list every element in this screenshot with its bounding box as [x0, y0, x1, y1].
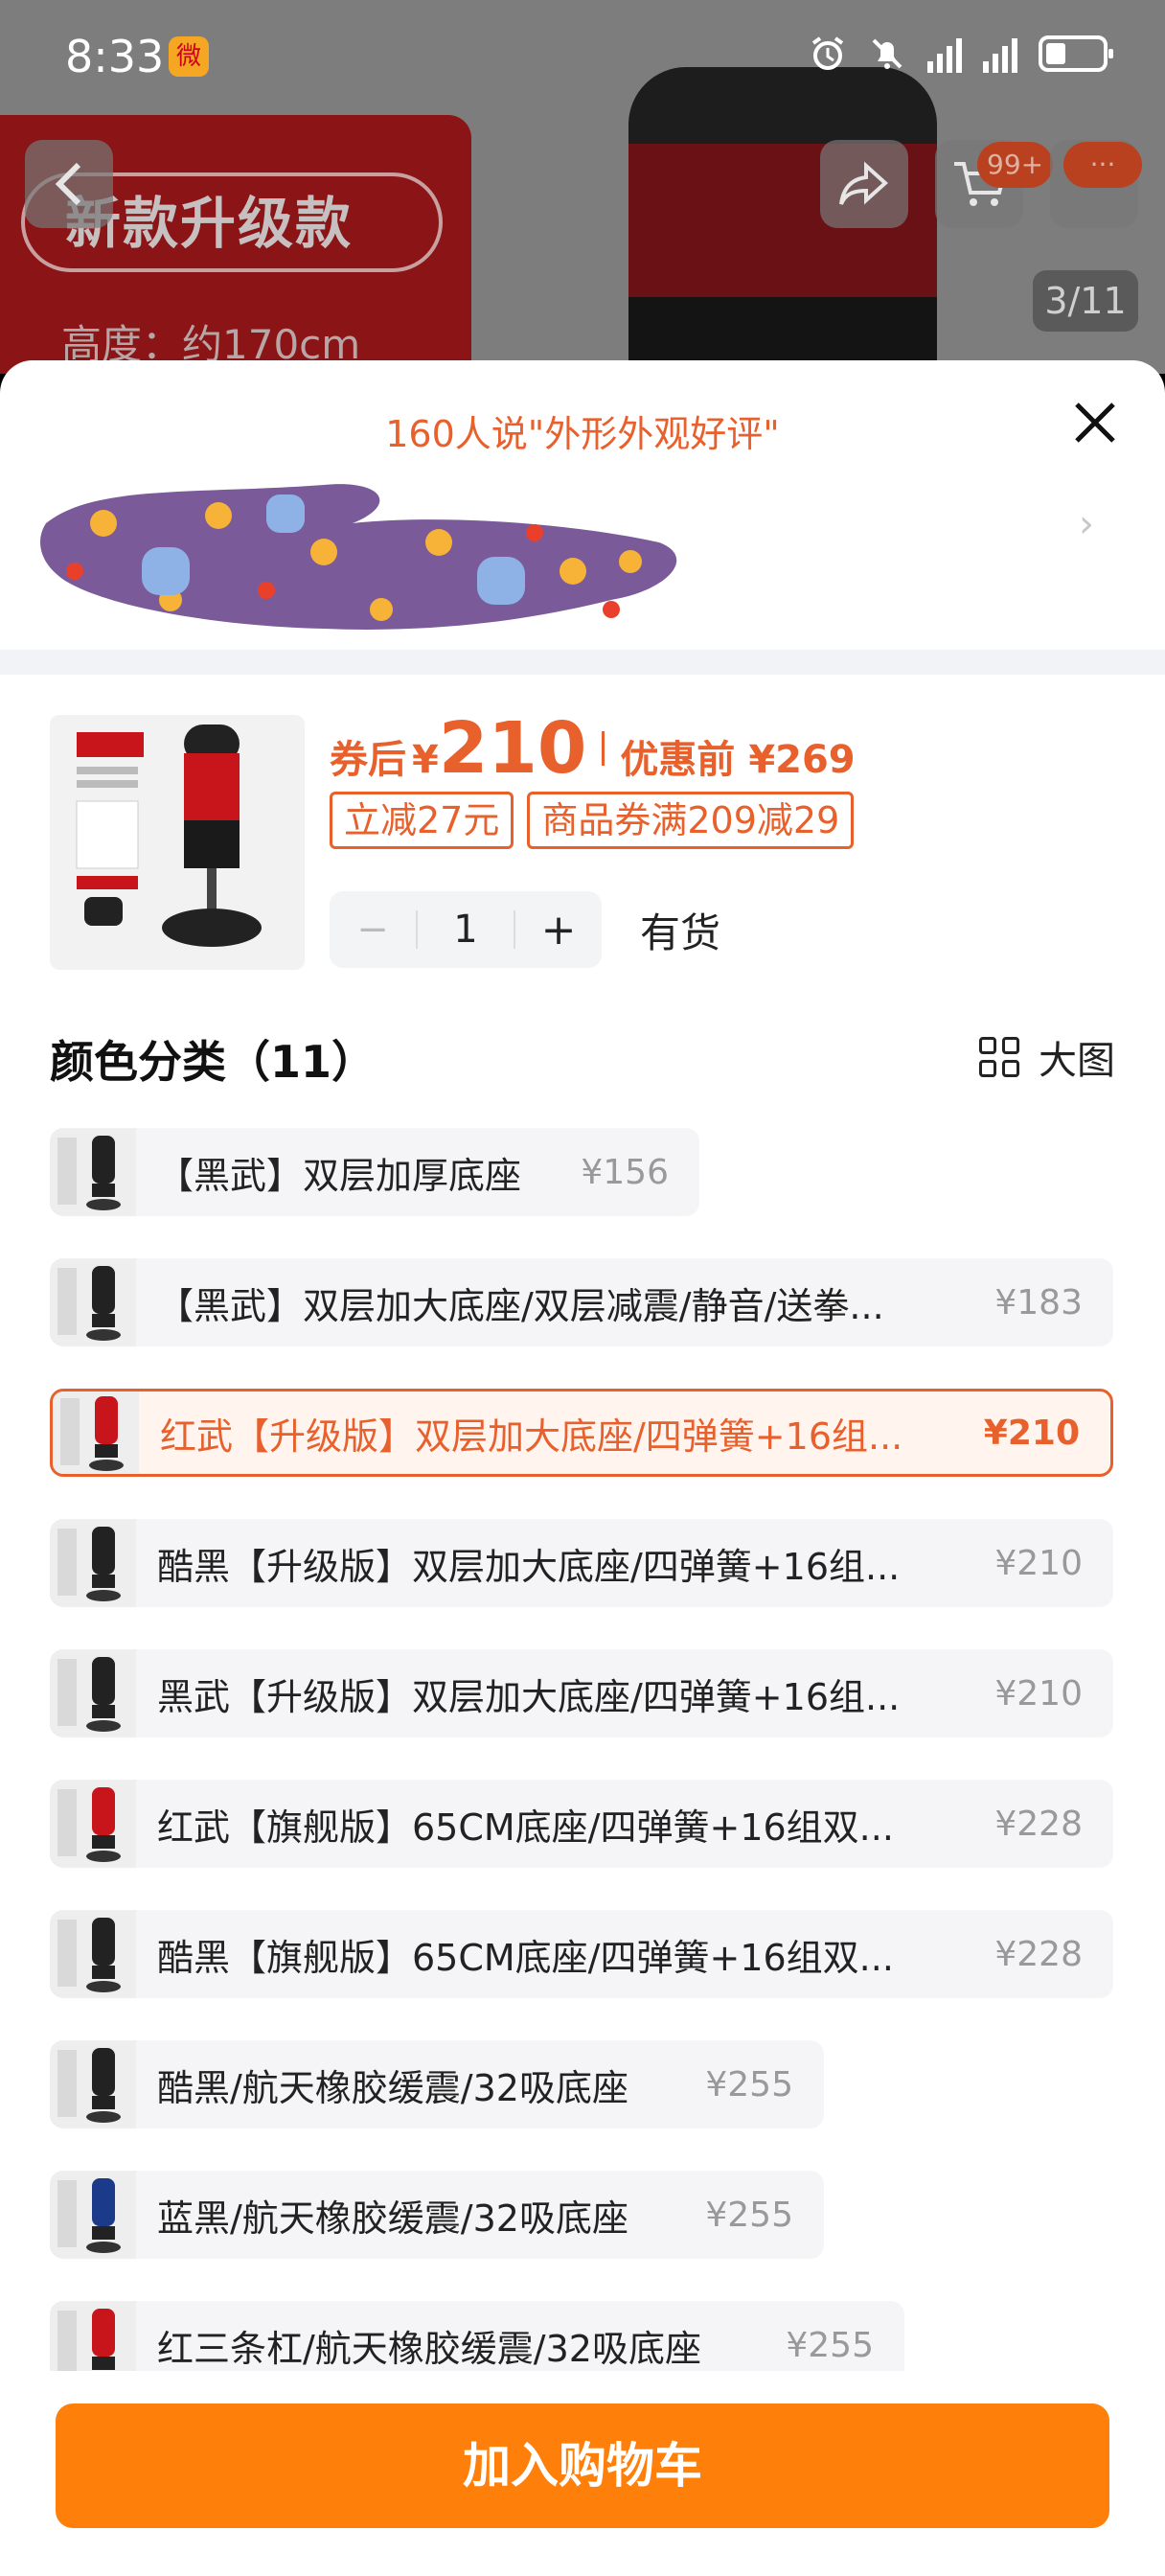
more-badge-dots-icon: ··· — [1089, 149, 1116, 180]
after-coupon-label: 券后 — [330, 738, 406, 782]
close-icon[interactable] — [1069, 397, 1121, 448]
share-button[interactable] — [820, 140, 908, 228]
sku-option-label: 【黑武】双层加厚底座 — [157, 1154, 522, 1197]
sku-option-image — [50, 2040, 136, 2128]
big-image-toggle[interactable]: 大图 — [979, 1029, 1115, 1085]
sku-option-price: ¥210 — [983, 1413, 1080, 1453]
chevron-left-icon — [55, 162, 81, 206]
sku-option[interactable]: 蓝黑/航天橡胶缓震/32吸底座 ¥255 — [50, 2171, 824, 2259]
redacted-review-avatars — [40, 484, 677, 630]
sku-option-image — [50, 1128, 136, 1216]
share-icon — [839, 161, 888, 205]
sku-option-label: 红武【旗舰版】65CM底座/四弹簧+16组双... — [157, 1806, 894, 1849]
sku-option-label: 黑武【升级版】双层加大底座/四弹簧+16组... — [157, 1675, 901, 1718]
sku-option-image — [50, 1649, 136, 1737]
promo-tag: 商品券满209减29 — [527, 792, 855, 849]
grid-icon — [979, 1037, 1019, 1077]
increase-quantity-button[interactable]: + — [515, 906, 602, 954]
currency-symbol: ¥ — [412, 738, 439, 782]
color-category-title: 颜色分类（11） — [50, 1036, 377, 1088]
sku-option[interactable]: 酷黑【旗舰版】65CM底座/四弹簧+16组双... ¥228 — [50, 1910, 1113, 1998]
bottom-action-bar: 加入购物车 — [0, 2371, 1165, 2576]
sku-option[interactable]: 红武【升级版】双层加大底座/四弹簧+16组... ¥210 — [50, 1389, 1113, 1477]
coupon-price: 210 — [438, 707, 587, 790]
promo-tags: 立减27元 商品券满209减29 — [330, 792, 855, 849]
review-chevron-right-icon[interactable]: › — [1079, 502, 1094, 546]
sku-option-price: ¥255 — [786, 2325, 874, 2365]
sku-option[interactable]: 黑武【升级版】双层加大底座/四弹簧+16组... ¥210 — [50, 1649, 1113, 1737]
battery-icon — [1039, 35, 1113, 72]
original-price: ¥269 — [748, 738, 856, 782]
promo-tag: 立减27元 — [330, 792, 514, 849]
before-discount-label: 优惠前 — [620, 738, 736, 782]
more-badge: ··· — [1063, 142, 1142, 188]
status-time: 8:33 — [65, 31, 165, 82]
decrease-quantity-button[interactable]: − — [330, 908, 416, 952]
sku-selector-sheet: 160人说"外形外观好评" › 券后 ¥ 210 优惠前 ¥269 立减27元 … — [0, 360, 1165, 2576]
sku-option-image — [50, 1258, 136, 1346]
weibo-app-icon: 微 — [169, 36, 209, 77]
image-pager: 3/11 — [1033, 270, 1138, 332]
sku-option-price: ¥228 — [994, 1804, 1083, 1844]
sku-option[interactable]: 【黑武】双层加大底座/双层减震/静音/送拳... ¥183 — [50, 1258, 1113, 1346]
sku-option-price: ¥156 — [581, 1152, 669, 1192]
quantity-stepper: − 1 + — [330, 891, 602, 968]
sku-option-label: 红三条杠/航天橡胶缓震/32吸底座 — [157, 2327, 701, 2370]
sku-option-price: ¥183 — [994, 1282, 1083, 1322]
sku-option[interactable]: 酷黑【升级版】双层加大底座/四弹簧+16组... ¥210 — [50, 1519, 1113, 1607]
sku-option[interactable]: 【黑武】双层加厚底座 ¥156 — [50, 1128, 699, 1216]
alarm-icon — [811, 36, 844, 70]
big-image-label: 大图 — [1039, 1039, 1115, 1083]
sku-option-label: 酷黑/航天橡胶缓震/32吸底座 — [157, 2066, 628, 2109]
quantity-value[interactable]: 1 — [416, 910, 515, 949]
review-summary-title: 160人说"外形外观好评" — [385, 413, 780, 455]
sku-option-label: 酷黑【旗舰版】65CM底座/四弹簧+16组双... — [157, 1936, 894, 1979]
sku-option-label: 红武【升级版】双层加大底座/四弹簧+16组... — [160, 1414, 903, 1458]
stock-status: 有货 — [640, 909, 721, 956]
sku-option-image — [50, 1910, 136, 1998]
punching-bag-thumbnail-image — [76, 724, 262, 947]
sku-option-price: ¥210 — [994, 1543, 1083, 1583]
sku-option-image — [50, 2171, 136, 2259]
sku-option-label: 蓝黑/航天橡胶缓震/32吸底座 — [157, 2196, 628, 2240]
sku-option-label: 酷黑【升级版】双层加大底座/四弹簧+16组... — [157, 1545, 901, 1588]
mute-bell-icon — [872, 38, 902, 69]
product-thumbnail[interactable] — [50, 715, 305, 970]
sku-option-price: ¥210 — [994, 1673, 1083, 1714]
back-button[interactable] — [25, 140, 113, 228]
cart-count-badge: 99+ — [977, 142, 1054, 188]
sku-option-price: ¥255 — [705, 2064, 793, 2104]
sku-option-price: ¥228 — [994, 1934, 1083, 1974]
add-to-cart-button[interactable]: 加入购物车 — [56, 2404, 1109, 2528]
status-bar: 8:33 微 — [0, 0, 1165, 115]
price-separator — [602, 731, 605, 766]
sku-option-image — [50, 1519, 136, 1607]
sku-option-label: 【黑武】双层加大底座/双层减震/静音/送拳... — [157, 1284, 884, 1327]
price-row: 券后 ¥ 210 优惠前 ¥269 — [330, 707, 856, 790]
sku-option-image — [53, 1392, 139, 1474]
sku-option-price: ¥255 — [705, 2195, 793, 2235]
sku-option[interactable]: 红武【旗舰版】65CM底座/四弹簧+16组双... ¥228 — [50, 1780, 1113, 1868]
sku-option-image — [50, 1780, 136, 1868]
section-divider — [0, 650, 1165, 675]
sku-option[interactable]: 酷黑/航天橡胶缓震/32吸底座 ¥255 — [50, 2040, 824, 2128]
signal-icon-2 — [983, 34, 1017, 73]
signal-icon — [927, 34, 962, 73]
